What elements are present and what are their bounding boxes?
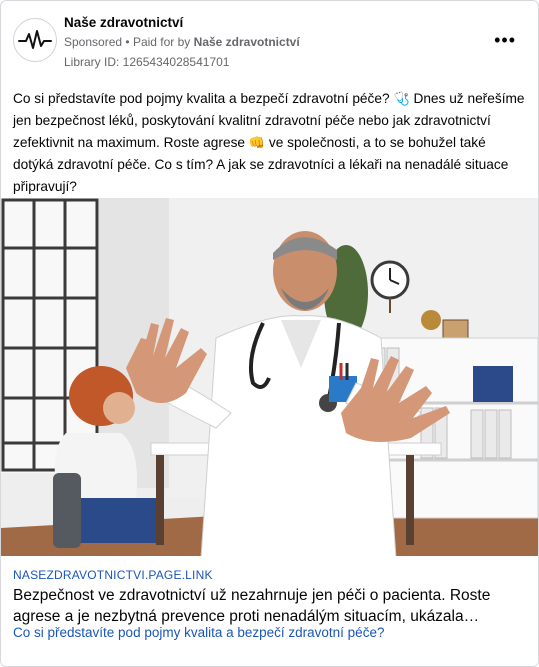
- ad-card: Naše zdravotnictví Sponsored • Paid for …: [0, 0, 539, 667]
- post-header: Naše zdravotnictví Sponsored • Paid for …: [1, 1, 538, 81]
- sponsored-line: Sponsored • Paid for by Naše zdravotnict…: [64, 35, 300, 49]
- link-description[interactable]: Co si představíte pod pojmy kvalita a be…: [13, 625, 384, 640]
- paid-for-name[interactable]: Naše zdravotnictví: [194, 35, 300, 49]
- link-domain[interactable]: NASEZDRAVOTNICTVI.PAGE.LINK: [13, 568, 213, 582]
- library-id: Library ID: 1265434028541701: [64, 55, 230, 69]
- page-avatar[interactable]: [13, 18, 57, 62]
- paid-for-label: Paid for by: [132, 35, 191, 49]
- link-preview[interactable]: NASEZDRAVOTNICTVI.PAGE.LINK Bezpečnost v…: [1, 556, 538, 666]
- more-options-button[interactable]: •••: [494, 31, 516, 49]
- ad-image[interactable]: [1, 198, 538, 556]
- post-text: Co si představíte pod pojmy kvalita a be…: [13, 88, 529, 198]
- page-name[interactable]: Naše zdravotnictví: [64, 15, 183, 30]
- fist-icon: 👊: [248, 135, 266, 150]
- heartbeat-icon: [18, 30, 52, 49]
- sponsored-label: Sponsored: [64, 35, 123, 49]
- stethoscope-icon: 🩺: [393, 91, 410, 106]
- link-headline[interactable]: Bezpečnost ve zdravotnictví už nezahrnuj…: [13, 585, 527, 627]
- doctor-stop-gesture-photo: [1, 198, 538, 556]
- post-text-part: Co si představíte pod pojmy kvalita a be…: [13, 91, 390, 106]
- separator: •: [125, 35, 130, 49]
